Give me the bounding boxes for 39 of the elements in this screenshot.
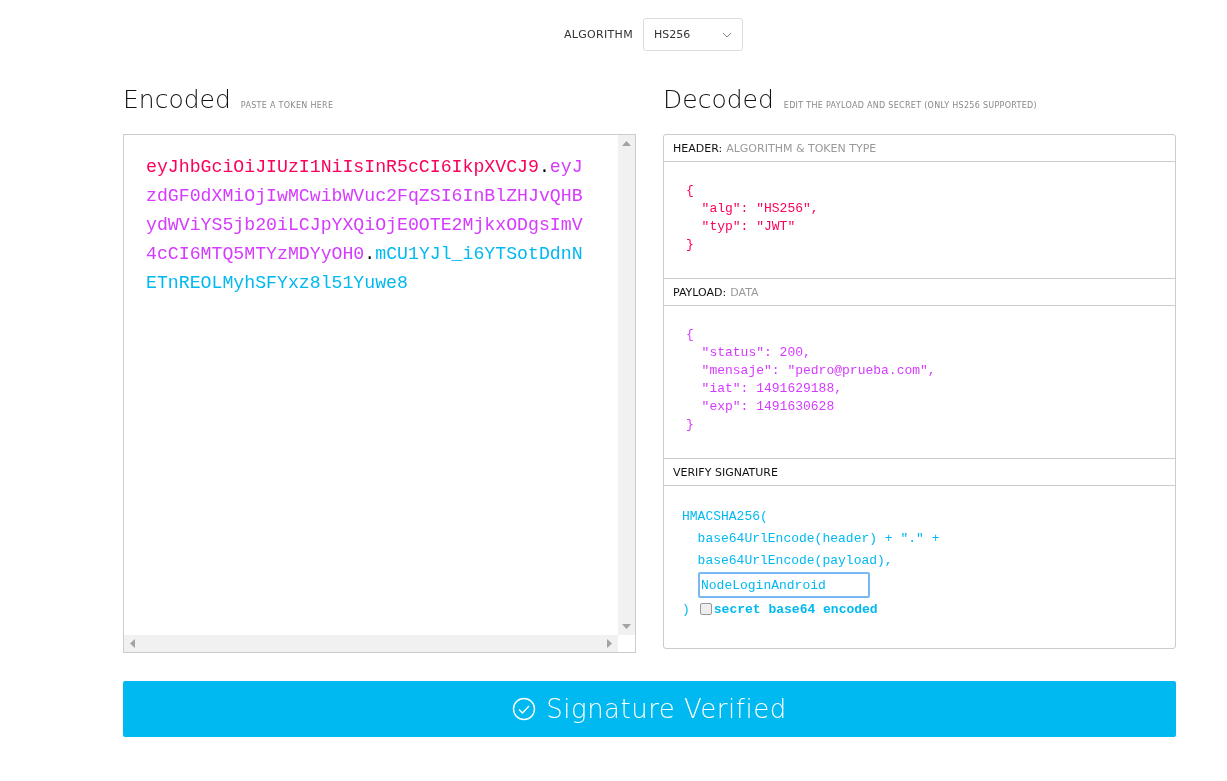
encoded-hint: PASTE A TOKEN HERE — [240, 101, 334, 110]
payload-json-editor[interactable]: { "status": 200, "mensaje": "pedro@prueba.com", "iat": 1491629188, "exp": 1491630628 } — [664, 306, 1175, 459]
secret-input[interactable]: NodeLoginAndroid — [698, 572, 870, 598]
scroll-left-icon[interactable] — [130, 639, 135, 648]
token-text: . — [364, 244, 376, 264]
base64-checkbox-label: secret base64 encoded — [713, 601, 878, 617]
signature-verified-button[interactable]: Signature Verified — [123, 681, 1176, 737]
header-section-hint: ALGORITHM & TOKEN TYPE — [726, 141, 877, 155]
token-text: ydWViYS5jb20iLCJpYXQiOjE0OTE2MjkxODgsImV — [146, 215, 583, 235]
vertical-scrollbar[interactable] — [618, 135, 635, 635]
algorithm-select[interactable]: HS256 — [642, 18, 743, 51]
payload-section-hint: DATA — [730, 285, 759, 299]
signature-code-line: HMACSHA256( — [682, 508, 769, 526]
scroll-up-icon[interactable] — [622, 141, 631, 146]
token-text: mCU1YJl_i6YTSotDdnN — [375, 244, 583, 264]
payload-section-label: PAYLOAD: — [673, 285, 727, 299]
closing-paren: ) — [682, 601, 690, 617]
token-text: 4cCI6MTQ5MTYzMDYyOH0 — [146, 244, 365, 264]
chevron-down-icon — [721, 31, 732, 38]
token-text: eyJ — [549, 157, 583, 177]
decoded-hint: EDIT THE PAYLOAD AND SECRET (ONLY HS256 SUPPORTED) — [783, 101, 1037, 110]
signature-section-label: VERIFY SIGNATURE — [673, 465, 778, 479]
horizontal-scrollbar[interactable] — [124, 635, 618, 652]
token-textarea[interactable]: eyJhbGciOiJIUzI1NiIsInR5cCI6IkpXVCJ9.eyJ zdGF0dXMiOjIwMCwibWVuc2FqZSI6InBlZHJvQHB ydWViYS5jb20iLCJpYXQiOjE0OTE2MjkxODgsImV 4cCI6MTQ5MTYzMDYyOH0.mCU1YJl_i6YTSotDdnN ETnREOLMyhSFYxz8l51Yuwe8 — [123, 134, 636, 653]
algorithm-label: ALGORITHM — [564, 28, 633, 41]
scroll-down-icon[interactable] — [622, 624, 631, 629]
base64-checkbox[interactable] — [699, 603, 712, 615]
header-json-editor[interactable]: { "alg": "HS256", "typ": "JWT" } — [664, 162, 1175, 279]
signature-code-line: base64UrlEncode(header) + "." + — [696, 530, 941, 548]
header-section-label: HEADER: — [673, 141, 723, 155]
check-circle-icon — [512, 697, 537, 721]
decoded-heading: Decoded — [663, 85, 774, 114]
token-text: zdGF0dXMiOjIwMCwibWVuc2FqZSI6InBlZHJvQHB — [146, 186, 583, 206]
scroll-right-icon[interactable] — [607, 639, 612, 648]
token-text: eyJhbGciOiJIUzI1NiIsInR5cCI6IkpXVCJ9 — [146, 157, 539, 177]
encoded-heading: Encoded — [123, 85, 231, 114]
token-text: ETnREOLMyhSFYxz8l51Yuwe8 — [146, 273, 408, 293]
token-text: . — [538, 157, 550, 177]
signature-code-line: base64UrlEncode(payload), — [696, 552, 894, 570]
